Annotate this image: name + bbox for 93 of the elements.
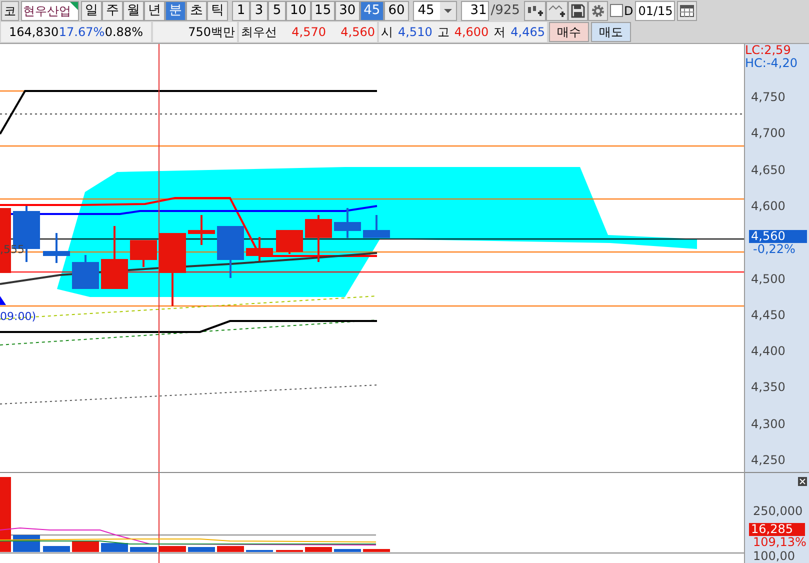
period-button[interactable]: 년 — [144, 0, 165, 21]
count-total: /925 — [490, 2, 520, 20]
time-label: 09:00) — [0, 311, 36, 322]
next-pane-tick-label: 100,00 — [753, 550, 795, 562]
d-checkbox-label: D — [624, 2, 634, 20]
close-icon — [798, 477, 807, 486]
axis-tick-label: 4,250 — [751, 454, 786, 466]
ratio-value: 0.88% — [104, 24, 143, 42]
line-add-button[interactable] — [546, 0, 568, 21]
dropdown-caret-icon — [440, 2, 456, 20]
period-button[interactable]: 1 — [232, 0, 250, 21]
calendar-icon — [680, 4, 694, 17]
volume-bar — [43, 546, 70, 552]
candlestick — [72, 255, 99, 289]
d-checkbox[interactable] — [610, 4, 623, 18]
candlestick — [188, 215, 215, 245]
date-field[interactable]: 01/15 — [635, 0, 676, 21]
code-button[interactable]: 코 — [1, 0, 19, 21]
period-button[interactable]: 5 — [268, 0, 286, 21]
volume-bar — [72, 541, 99, 552]
sell-button[interactable]: 매도 — [591, 22, 631, 42]
volume-bar — [363, 549, 390, 552]
candlestick — [246, 237, 273, 261]
save-button[interactable] — [568, 0, 588, 21]
calendar-button[interactable] — [677, 0, 698, 21]
axis-tick-label: 4,650 — [751, 164, 786, 176]
axis-tick-label: 250,000 — [753, 505, 803, 517]
candlestick — [130, 240, 157, 267]
candlestick — [217, 226, 244, 278]
volume-bar — [188, 547, 215, 552]
high-label: 고 — [437, 24, 450, 42]
axis-tick-label: 4,600 — [751, 200, 786, 212]
open-label: 시 — [381, 24, 393, 42]
period-button[interactable]: 월 — [123, 0, 144, 21]
change-rate: 17.67% — [58, 24, 105, 42]
period-button[interactable]: 초 — [186, 0, 207, 21]
save-icon — [570, 4, 585, 18]
period-button[interactable]: 주 — [102, 0, 123, 21]
candlestick — [101, 226, 128, 289]
period-button[interactable]: 45 — [360, 0, 384, 21]
candle-plus-icon — [526, 4, 543, 18]
axis-tick-label: 4,350 — [751, 381, 786, 394]
candlestick — [305, 215, 332, 262]
lc-label: LC:2,59 — [745, 44, 791, 56]
period-button[interactable]: 15 — [310, 0, 336, 21]
period-button[interactable]: 10 — [286, 0, 311, 21]
volume-bar — [334, 549, 361, 552]
volume-bar — [130, 547, 157, 552]
best-bid: 4,560 — [340, 24, 375, 42]
price-line-label: ,555 — [0, 244, 24, 255]
axis-tick-label: 4,450 — [751, 308, 786, 321]
current-volume-tag: 16,285 — [749, 523, 805, 536]
settings-button[interactable] — [588, 0, 608, 21]
period-button[interactable]: 30 — [335, 0, 360, 21]
low-value: 4,465 — [510, 24, 545, 42]
volume-ratio-label: 109,13% — [753, 536, 806, 548]
axis-tick-label: 4,750 — [751, 91, 786, 103]
corner-triangle-icon — [70, 2, 78, 10]
stock-name-field[interactable]: 현우산업 — [21, 0, 79, 21]
axis-tick-label: 4,500 — [751, 272, 786, 284]
volume-bar — [217, 546, 244, 552]
interval-dropdown[interactable]: 45 — [412, 0, 457, 21]
candlestick — [43, 233, 70, 263]
current-change-label: -0,22% — [753, 243, 796, 255]
volume-bar — [305, 547, 332, 552]
current-price-tag: 4,560 — [749, 230, 807, 243]
axis-tick-label: 4,300 — [751, 418, 786, 430]
open-value: 4,510 — [398, 24, 432, 42]
candlestick — [334, 208, 361, 238]
axis-tick-label: 4,400 — [751, 345, 786, 358]
buy-button[interactable]: 매수 — [549, 22, 589, 42]
best-price-label: 최우선 — [241, 24, 277, 42]
period-button[interactable]: 일 — [81, 0, 102, 21]
high-value: 4,600 — [454, 24, 489, 42]
axis-tick-label: 4,700 — [751, 127, 786, 140]
period-button[interactable]: 틱 — [207, 0, 228, 21]
candlestick — [363, 215, 390, 238]
low-label: 저 — [494, 24, 506, 42]
volume-bar — [159, 546, 186, 552]
line-plus-icon — [548, 4, 565, 18]
period-button[interactable]: 60 — [384, 0, 409, 21]
candlestick — [276, 230, 303, 254]
volume-value: 164,830 — [9, 24, 59, 42]
marker-triangle-icon — [0, 296, 6, 305]
volume-bar — [101, 543, 128, 552]
candle-add-button[interactable] — [524, 0, 546, 21]
period-button[interactable]: 3 — [250, 0, 268, 21]
amount-value: 750백만 — [188, 24, 235, 42]
hc-label: HC:-4,20 — [745, 57, 798, 69]
settings-icon — [590, 4, 605, 18]
best-ask: 4,570 — [292, 24, 326, 42]
period-button[interactable]: 분 — [165, 0, 186, 21]
count-field[interactable]: 31 — [460, 0, 489, 21]
